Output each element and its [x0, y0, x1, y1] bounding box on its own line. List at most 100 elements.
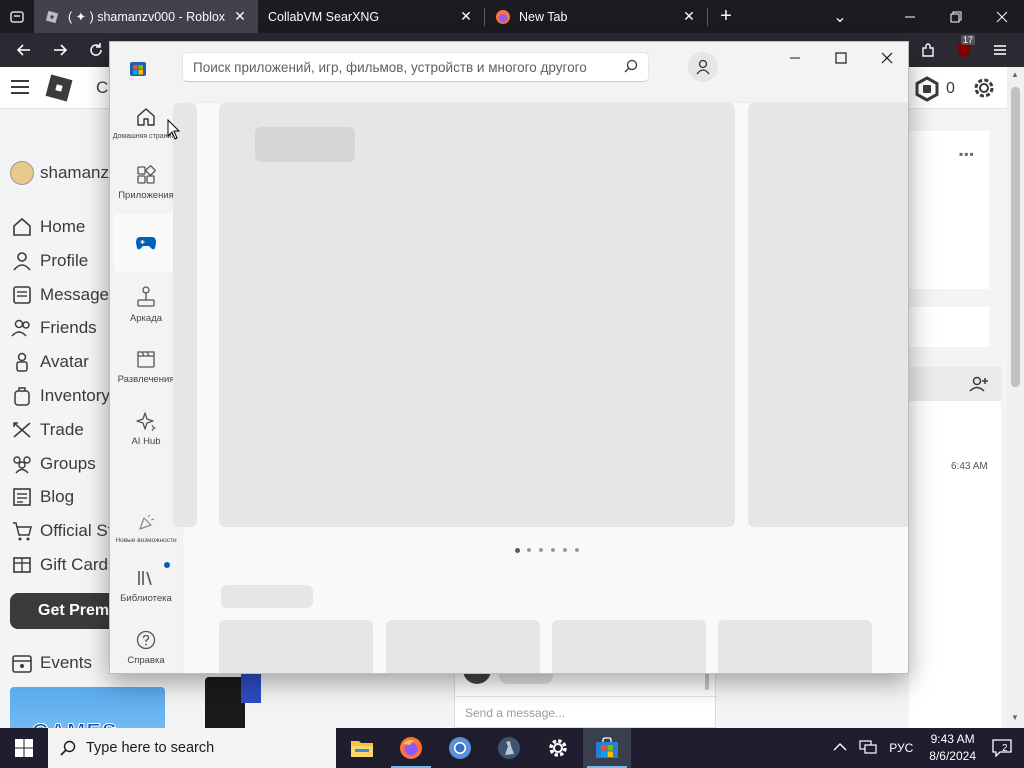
file-explorer-icon[interactable]: [338, 728, 386, 768]
close-tab-icon[interactable]: ✕: [681, 8, 697, 25]
sidebar-item-profile[interactable]: Profile: [10, 246, 88, 276]
add-friends-icon[interactable]: [969, 375, 989, 398]
games-event-banner[interactable]: GAMES: [10, 687, 165, 728]
user-profile-link[interactable]: shamanzv: [10, 161, 117, 185]
sidebar-item-friends[interactable]: Friends: [10, 313, 97, 343]
close-icon[interactable]: [864, 42, 908, 74]
hero-skeleton[interactable]: [219, 103, 735, 527]
chat-message-input[interactable]: Send a message...: [465, 706, 565, 720]
firefox-icon[interactable]: [387, 728, 435, 768]
cs-source-icon[interactable]: [485, 728, 533, 768]
sidebar-item-inventory[interactable]: Inventory: [10, 381, 110, 411]
roblox-logo-icon[interactable]: [44, 73, 74, 108]
sidebar-item-label: Profile: [40, 250, 89, 270]
sidebar-item-gift-cards[interactable]: Gift Cards: [10, 550, 117, 580]
maximize-icon[interactable]: [818, 42, 864, 74]
trade-icon: [10, 418, 34, 442]
scroll-down-icon[interactable]: ▼: [1011, 713, 1019, 722]
store-nav-label: Новые возможности: [115, 537, 177, 544]
sidebar-item-avatar[interactable]: Avatar: [10, 347, 89, 377]
clock[interactable]: 9:43 AM 8/6/2024: [929, 731, 976, 765]
sidebar-item-trade[interactable]: Trade: [10, 415, 84, 445]
carousel-dot[interactable]: [515, 548, 520, 553]
scrollbar-thumb[interactable]: [1011, 87, 1020, 387]
scroll-up-icon[interactable]: ▲: [1011, 70, 1019, 79]
store-icon: [10, 519, 34, 543]
tab-title: CollabVM SearXNG: [268, 9, 380, 24]
minimize-browser-icon[interactable]: [890, 0, 930, 33]
back-arrow-icon[interactable]: [8, 33, 40, 67]
extension-badge: 17: [961, 35, 976, 45]
firefox-view-icon[interactable]: [4, 0, 30, 33]
carousel-dot[interactable]: [527, 548, 531, 552]
close-tab-icon[interactable]: ✕: [458, 8, 474, 25]
card-skeleton[interactable]: [718, 620, 872, 673]
store-nav-whats-new[interactable]: Новые возможности: [114, 500, 178, 558]
sidebar-item-home[interactable]: Home: [10, 212, 85, 242]
windows-start-icon[interactable]: [0, 728, 48, 768]
hamburger-menu-icon[interactable]: [984, 33, 1016, 67]
sidebar-item-label: Avatar: [40, 352, 89, 372]
carousel-dot[interactable]: [563, 548, 567, 552]
store-nav-apps[interactable]: Приложения: [114, 154, 178, 212]
store-nav-ai-hub[interactable]: AI Hub: [114, 400, 178, 458]
settings-gear-icon[interactable]: [970, 74, 998, 107]
restore-browser-icon[interactable]: [936, 0, 976, 33]
card-skeleton[interactable]: [386, 620, 540, 673]
store-nav-help[interactable]: Справка: [114, 619, 178, 673]
sidebar-item-events[interactable]: Events: [10, 648, 92, 678]
store-nav-library[interactable]: Библиотека: [114, 557, 178, 615]
notification-count: 2: [1002, 743, 1008, 754]
network-icon[interactable]: [859, 739, 877, 758]
profile-icon: [10, 249, 34, 273]
sidebar-item-label: Blog: [40, 487, 75, 507]
sidebar-item-label: Trade: [40, 419, 84, 439]
search-icon[interactable]: [624, 59, 638, 76]
ublock-extension-icon[interactable]: 17: [948, 33, 980, 67]
hero-skeleton-next[interactable]: [748, 103, 908, 527]
new-tab-button[interactable]: +: [712, 0, 740, 33]
forward-arrow-icon[interactable]: [44, 33, 76, 67]
chromium-icon[interactable]: [436, 728, 484, 768]
avatar-icon: [10, 350, 34, 374]
section-title-skeleton: [221, 585, 313, 608]
card-skeleton[interactable]: [552, 620, 706, 673]
browser-tab-bar: ( ✦ ) shamanzv000 - Roblox ✕ CollabVM Se…: [0, 0, 1024, 33]
menu-icon[interactable]: [10, 77, 30, 102]
store-search-input[interactable]: Поиск приложений, игр, фильмов, устройст…: [182, 52, 649, 82]
more-options-icon[interactable]: ▪▪▪: [959, 147, 975, 161]
sidebar-item-groups[interactable]: Groups: [10, 449, 96, 479]
language-indicator[interactable]: РУС: [889, 741, 913, 755]
store-nav-arcade[interactable]: Аркада: [114, 276, 178, 334]
reload-icon[interactable]: [80, 33, 112, 67]
extensions-icon[interactable]: [912, 33, 944, 67]
store-nav-gaming[interactable]: [114, 214, 178, 272]
banner-text: GAMES: [32, 719, 118, 729]
chat-time: 6:43 AM: [951, 461, 988, 472]
page-scrollbar[interactable]: ▲ ▼: [1007, 67, 1024, 728]
carousel-dot[interactable]: [575, 548, 579, 552]
account-icon[interactable]: [688, 52, 718, 82]
carousel-dot[interactable]: [539, 548, 543, 552]
tab-searxng[interactable]: CollabVM SearXNG ✕: [258, 0, 484, 33]
windows-taskbar: Type here to search РУС 9:43 AM 8/6/2024…: [0, 728, 1024, 768]
robux-balance[interactable]: 0: [914, 76, 955, 102]
robux-icon: [915, 76, 939, 102]
sidebar-item-blog[interactable]: Blog: [10, 482, 74, 512]
notifications-icon[interactable]: 2: [992, 739, 1012, 757]
tab-roblox[interactable]: ( ✦ ) shamanzv000 - Roblox ✕: [34, 0, 258, 33]
minimize-icon[interactable]: [772, 42, 818, 74]
list-all-tabs-button[interactable]: ⌄: [826, 0, 854, 33]
carousel-dot[interactable]: [551, 548, 555, 552]
microsoft-store-icon[interactable]: [583, 728, 631, 768]
sidebar-item-messages[interactable]: Messages: [10, 280, 117, 310]
close-browser-icon[interactable]: [982, 0, 1022, 33]
chevron-up-icon[interactable]: [833, 741, 847, 755]
close-tab-icon[interactable]: ✕: [232, 8, 248, 25]
tab-new-tab[interactable]: New Tab ✕: [485, 0, 707, 33]
game-card[interactable]: ▪▪▪: [909, 131, 989, 289]
taskbar-search-box[interactable]: Type here to search: [48, 728, 336, 768]
settings-icon[interactable]: [534, 728, 582, 768]
card-skeleton[interactable]: [219, 620, 373, 673]
store-nav-entertainment[interactable]: Развлечения: [114, 338, 178, 396]
